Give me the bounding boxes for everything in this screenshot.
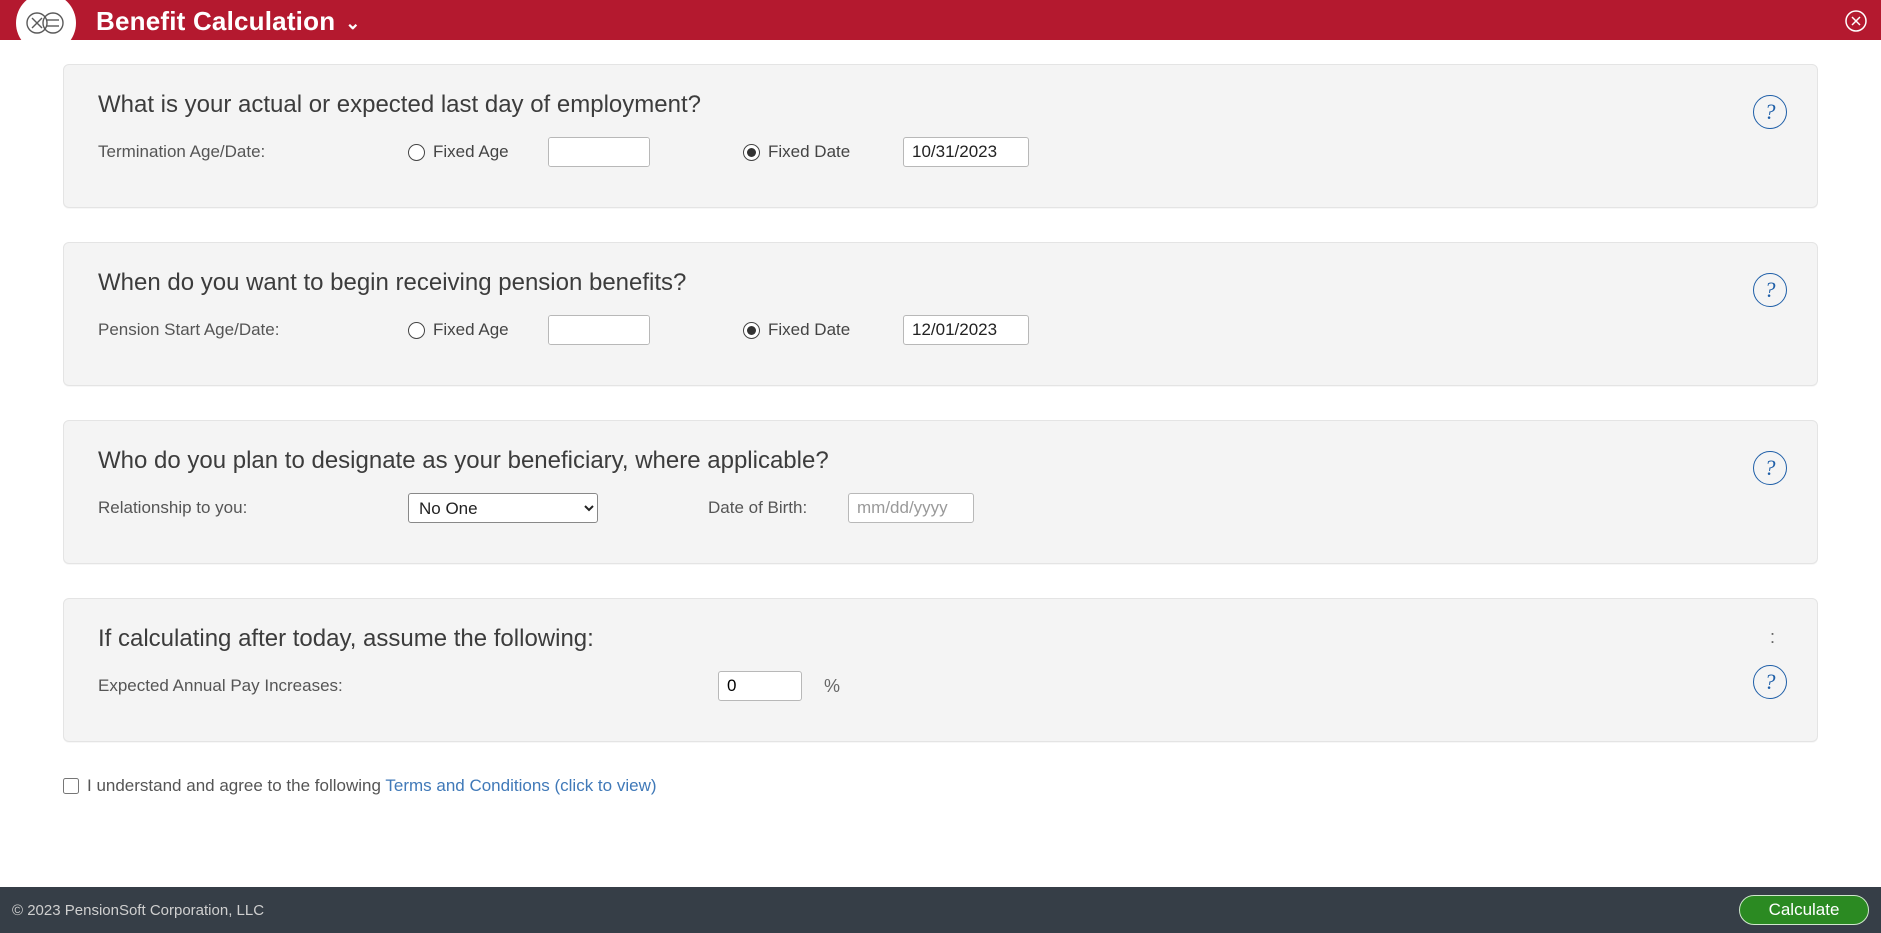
relationship-select[interactable]: No One [408,493,598,523]
dob-label: Date of Birth: [708,498,848,518]
close-icon [1845,10,1867,32]
radio-fixed-age[interactable] [408,322,425,339]
card-assumptions: If calculating after today, assume the f… [63,598,1818,742]
help-icon[interactable]: ? [1753,95,1787,129]
more-icon[interactable]: : [1770,627,1777,648]
radio-fixed-date[interactable] [743,322,760,339]
page-title-text: Benefit Calculation [96,6,335,37]
radio-fixed-date[interactable] [743,144,760,161]
calculate-button[interactable]: Calculate [1739,895,1869,925]
help-icon[interactable]: ? [1753,273,1787,307]
termination-label: Termination Age/Date: [98,142,408,162]
row-termination: Termination Age/Date: Fixed Age ▲ ▼ [98,137,1783,167]
fixed-age-input[interactable] [549,316,650,344]
card-title: What is your actual or expected last day… [98,91,1783,119]
row-pay-increase: Expected Annual Pay Increases: % [98,671,1783,701]
help-glyph: ? [1765,455,1776,481]
close-button[interactable] [1845,10,1867,32]
help-icon[interactable]: ? [1753,665,1787,699]
card-title: Who do you plan to designate as your ben… [98,447,1783,475]
row-beneficiary: Relationship to you: No One Date of Birt… [98,493,1783,523]
card-termination: What is your actual or expected last day… [63,64,1818,208]
page-title[interactable]: Benefit Calculation ⌄ [96,6,361,37]
calc-variables-icon [26,9,66,37]
fixed-age-label: Fixed Age [433,320,509,340]
radio-fixed-age[interactable] [408,144,425,161]
fixed-date-radio-wrap[interactable]: Fixed Date [743,142,903,162]
card-title: If calculating after today, assume the f… [98,625,1783,653]
card-pension-start: When do you want to begin receiving pens… [63,242,1818,386]
percent-symbol: % [818,676,848,697]
header-bar: Benefit Calculation ⌄ [0,2,1881,40]
termination-date-input[interactable] [903,137,1029,167]
fixed-date-radio-wrap[interactable]: Fixed Date [743,320,903,340]
consent-row: I understand and agree to the following … [63,776,1818,796]
pay-increase-input[interactable] [718,671,802,701]
chevron-down-icon: ⌄ [345,13,360,34]
pay-increase-label: Expected Annual Pay Increases: [98,676,718,696]
fixed-date-label: Fixed Date [768,320,850,340]
row-pension-start: Pension Start Age/Date: Fixed Age ▲ ▼ [98,315,1783,345]
card-beneficiary: Who do you plan to designate as your ben… [63,420,1818,564]
footer-bar: © 2023 PensionSoft Corporation, LLC Calc… [0,887,1881,933]
beneficiary-dob-input[interactable] [848,493,974,523]
help-glyph: ? [1765,99,1776,125]
fixed-age-radio-wrap[interactable]: Fixed Age [408,320,548,340]
fixed-age-label: Fixed Age [433,142,509,162]
fixed-age-radio-wrap[interactable]: Fixed Age [408,142,548,162]
fixed-date-label: Fixed Date [768,142,850,162]
consent-text: I understand and agree to the following [87,776,385,795]
relationship-label: Relationship to you: [98,498,408,518]
pension-start-date-input[interactable] [903,315,1029,345]
content-area: What is your actual or expected last day… [0,40,1881,887]
help-icon[interactable]: ? [1753,451,1787,485]
fixed-age-input[interactable] [549,138,650,166]
card-title: When do you want to begin receiving pens… [98,269,1783,297]
pension-start-label: Pension Start Age/Date: [98,320,408,340]
help-glyph: ? [1765,669,1776,695]
fixed-age-input-wrap: ▲ ▼ [548,137,650,167]
consent-checkbox[interactable] [63,778,79,794]
help-glyph: ? [1765,277,1776,303]
fixed-age-input-wrap: ▲ ▼ [548,315,650,345]
terms-link[interactable]: Terms and Conditions (click to view) [385,776,656,795]
copyright-text: © 2023 PensionSoft Corporation, LLC [12,902,264,919]
